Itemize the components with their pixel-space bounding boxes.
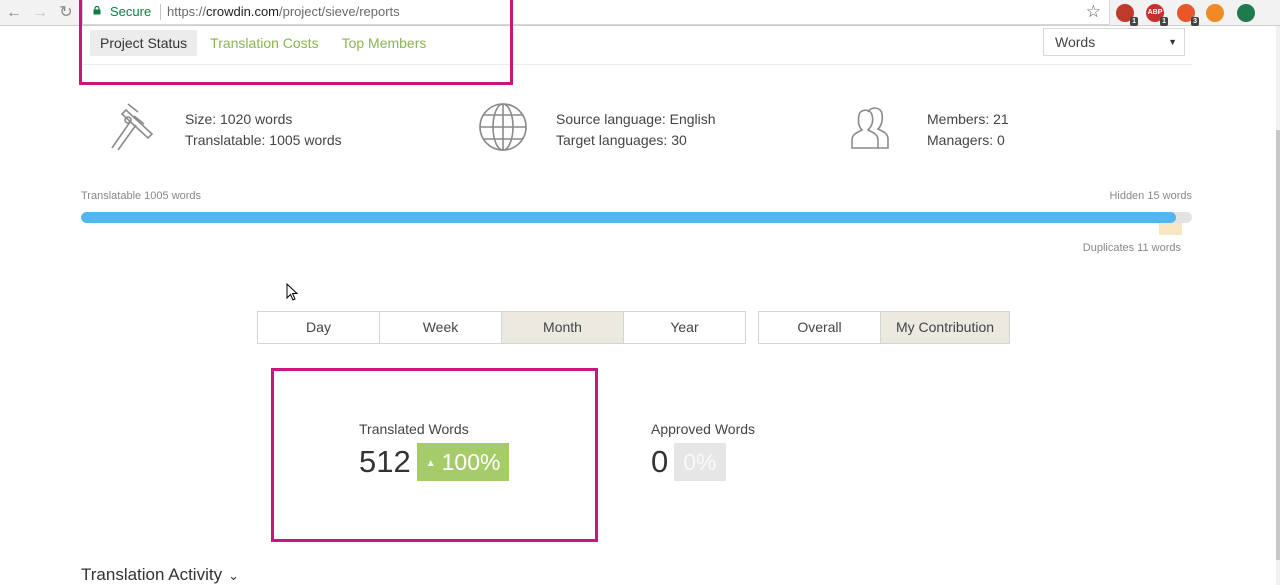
scrollbar-thumb[interactable] (1276, 130, 1280, 560)
extension-badge: 3 (1191, 17, 1199, 26)
caliper-icon (111, 103, 154, 151)
translated-change-badge: ▲ 100% (416, 443, 510, 481)
day-button[interactable]: Day (257, 311, 380, 344)
globe-icon (479, 103, 527, 151)
checkmark-extension-icon[interactable] (1237, 4, 1255, 22)
overall-button[interactable]: Overall (758, 311, 881, 344)
approved-change-value: 0% (683, 449, 717, 475)
reload-icon[interactable]: ↻ (56, 3, 76, 23)
translated-words-metric: Translated Words 512 ▲ 100% (359, 421, 510, 481)
progress-fill (81, 212, 1176, 223)
translatable-progress-bar (81, 212, 1192, 223)
forward-arrow-icon[interactable]: → (30, 3, 50, 23)
approved-words-metric: Approved Words 0 0% (651, 421, 755, 481)
extension-badge: 1 (1160, 17, 1168, 26)
source-language-text: Source language: English (556, 111, 716, 127)
chevron-down-icon: ⌄ (228, 568, 239, 583)
users-icon (851, 107, 889, 149)
approved-words-label: Approved Words (651, 421, 756, 437)
hidden-label: Hidden 15 words (1109, 190, 1192, 202)
approved-change-badge: 0% (674, 443, 726, 481)
adblock-plus-icon[interactable]: ABP 1 (1146, 4, 1168, 26)
extension-label: ABP (1147, 9, 1163, 16)
ublock-icon[interactable]: 1 (1116, 4, 1138, 26)
translatable-label: Translatable 1005 words (81, 190, 202, 202)
target-languages-text: Target languages: 30 (556, 132, 687, 148)
duplicates-bar (1159, 223, 1182, 235)
units-select-value: Words (1055, 34, 1096, 50)
translated-words-label: Translated Words (359, 421, 469, 437)
translated-words-value: 512 (359, 444, 411, 479)
fox-extension-icon[interactable] (1206, 4, 1224, 22)
translation-activity-toggle[interactable]: Translation Activity ⌄ (81, 565, 239, 585)
tabs-highlight-box (79, 0, 513, 85)
translatable-text: Translatable: 1005 words (185, 132, 342, 148)
section-title: Translation Activity (81, 565, 223, 584)
extension-badge: 1 (1130, 17, 1138, 26)
scope-button-group: Overall My Contribution (758, 311, 1010, 344)
managers-text: Managers: 0 (927, 132, 1005, 148)
members-text: Members: 21 (927, 111, 1009, 127)
duplicates-label: Duplicates 11 words (1082, 242, 1181, 254)
page-scrollbar[interactable] (1276, 26, 1280, 585)
back-arrow-icon[interactable]: ← (4, 3, 24, 23)
week-button[interactable]: Week (379, 311, 502, 344)
dropdown-caret-icon: ▼ (1168, 37, 1177, 47)
mouse-cursor-icon (286, 283, 298, 301)
extension-icon[interactable]: 3 (1177, 4, 1199, 26)
month-button[interactable]: Month (501, 311, 624, 344)
translated-change-value: 100% (441, 449, 501, 475)
year-button[interactable]: Year (623, 311, 746, 344)
my-contribution-button[interactable]: My Contribution (880, 311, 1010, 344)
bookmark-star-icon[interactable]: ☆ (1086, 2, 1101, 22)
units-select[interactable]: Words ▼ (1043, 28, 1185, 56)
triangle-up-icon: ▲ (425, 458, 436, 469)
approved-words-value: 0 (651, 444, 669, 479)
period-button-group: Day Week Month Year (257, 311, 746, 344)
size-text: Size: 1020 words (185, 111, 293, 127)
